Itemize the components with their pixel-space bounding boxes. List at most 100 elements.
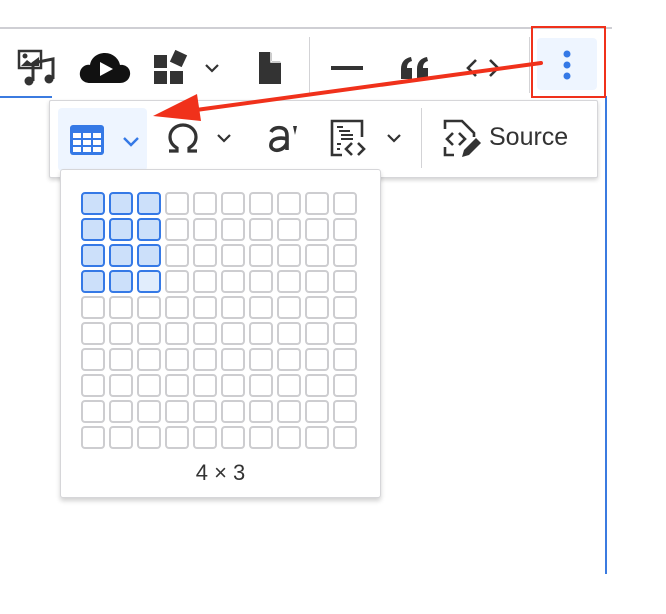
table-size-cell[interactable] bbox=[137, 426, 161, 449]
table-size-cell[interactable] bbox=[249, 400, 273, 423]
table-size-cell[interactable] bbox=[81, 400, 105, 423]
table-size-cell[interactable] bbox=[277, 218, 301, 241]
table-size-cell[interactable] bbox=[193, 218, 217, 241]
table-size-cell[interactable] bbox=[333, 426, 357, 449]
table-size-cell[interactable] bbox=[193, 296, 217, 319]
table-size-cell[interactable] bbox=[193, 322, 217, 345]
table-size-cell[interactable] bbox=[277, 374, 301, 397]
table-size-cell[interactable] bbox=[109, 296, 133, 319]
table-size-cell[interactable] bbox=[249, 348, 273, 371]
table-size-cell[interactable] bbox=[221, 296, 245, 319]
text-part-language-button[interactable] bbox=[258, 112, 308, 164]
special-characters-button[interactable] bbox=[160, 112, 245, 164]
table-size-cell[interactable] bbox=[109, 218, 133, 241]
table-size-cell[interactable] bbox=[305, 400, 329, 423]
table-size-cell[interactable] bbox=[165, 192, 189, 215]
table-size-cell[interactable] bbox=[333, 244, 357, 267]
table-size-cell[interactable] bbox=[305, 374, 329, 397]
table-size-cell[interactable] bbox=[109, 348, 133, 371]
insert-video-button[interactable] bbox=[75, 44, 135, 92]
table-size-cell[interactable] bbox=[221, 348, 245, 371]
table-size-cell[interactable] bbox=[277, 244, 301, 267]
table-size-cell[interactable] bbox=[193, 270, 217, 293]
table-size-cell[interactable] bbox=[333, 270, 357, 293]
table-size-cell[interactable] bbox=[221, 218, 245, 241]
table-size-cell[interactable] bbox=[81, 244, 105, 267]
table-size-cell[interactable] bbox=[165, 426, 189, 449]
code-button[interactable] bbox=[458, 44, 508, 92]
table-size-cell[interactable] bbox=[109, 400, 133, 423]
table-size-cell[interactable] bbox=[165, 296, 189, 319]
table-size-cell[interactable] bbox=[81, 374, 105, 397]
insert-page-button[interactable] bbox=[250, 44, 290, 92]
table-size-cell[interactable] bbox=[81, 348, 105, 371]
insert-widget-button[interactable] bbox=[148, 44, 233, 92]
table-size-cell[interactable] bbox=[221, 270, 245, 293]
table-size-cell[interactable] bbox=[277, 400, 301, 423]
table-size-cell[interactable] bbox=[277, 426, 301, 449]
table-size-cell[interactable] bbox=[165, 374, 189, 397]
table-size-cell[interactable] bbox=[109, 374, 133, 397]
table-size-cell[interactable] bbox=[193, 400, 217, 423]
table-size-cell[interactable] bbox=[333, 374, 357, 397]
table-size-cell[interactable] bbox=[109, 322, 133, 345]
table-size-cell[interactable] bbox=[333, 218, 357, 241]
table-size-cell[interactable] bbox=[333, 322, 357, 345]
table-size-cell[interactable] bbox=[137, 270, 161, 293]
insert-code-block-button[interactable] bbox=[324, 112, 414, 164]
table-size-cell[interactable] bbox=[137, 322, 161, 345]
table-size-cell[interactable] bbox=[137, 296, 161, 319]
table-size-cell[interactable] bbox=[249, 322, 273, 345]
table-size-cell[interactable] bbox=[305, 348, 329, 371]
table-size-cell[interactable] bbox=[137, 374, 161, 397]
table-size-cell[interactable] bbox=[137, 218, 161, 241]
table-size-cell[interactable] bbox=[249, 244, 273, 267]
table-size-cell[interactable] bbox=[277, 192, 301, 215]
table-size-cell[interactable] bbox=[109, 426, 133, 449]
table-size-cell[interactable] bbox=[193, 426, 217, 449]
table-size-cell[interactable] bbox=[221, 192, 245, 215]
table-size-cell[interactable] bbox=[165, 218, 189, 241]
table-size-cell[interactable] bbox=[137, 348, 161, 371]
table-size-cell[interactable] bbox=[81, 296, 105, 319]
table-size-cell[interactable] bbox=[249, 192, 273, 215]
table-size-cell[interactable] bbox=[249, 218, 273, 241]
table-size-cell[interactable] bbox=[81, 426, 105, 449]
table-size-cell[interactable] bbox=[193, 348, 217, 371]
table-size-cell[interactable] bbox=[277, 322, 301, 345]
table-size-cell[interactable] bbox=[221, 322, 245, 345]
table-size-cell[interactable] bbox=[277, 348, 301, 371]
table-size-cell[interactable] bbox=[221, 426, 245, 449]
table-size-cell[interactable] bbox=[277, 270, 301, 293]
table-size-cell[interactable] bbox=[193, 192, 217, 215]
table-size-cell[interactable] bbox=[305, 426, 329, 449]
table-size-cell[interactable] bbox=[277, 296, 301, 319]
table-size-cell[interactable] bbox=[249, 296, 273, 319]
table-size-cell[interactable] bbox=[109, 192, 133, 215]
table-size-cell[interactable] bbox=[137, 192, 161, 215]
insert-media-button[interactable] bbox=[12, 44, 62, 92]
horizontal-line-button[interactable] bbox=[322, 44, 372, 92]
table-size-cell[interactable] bbox=[193, 244, 217, 267]
table-size-cell[interactable] bbox=[249, 374, 273, 397]
blockquote-button[interactable] bbox=[390, 44, 440, 92]
table-size-cell[interactable] bbox=[165, 322, 189, 345]
table-size-cell[interactable] bbox=[81, 270, 105, 293]
table-size-cell[interactable] bbox=[137, 244, 161, 267]
table-size-cell[interactable] bbox=[221, 244, 245, 267]
table-size-cell[interactable] bbox=[81, 322, 105, 345]
table-size-cell[interactable] bbox=[221, 374, 245, 397]
table-size-cell[interactable] bbox=[109, 244, 133, 267]
table-size-cell[interactable] bbox=[165, 244, 189, 267]
table-size-cell[interactable] bbox=[249, 426, 273, 449]
table-size-cell[interactable] bbox=[137, 400, 161, 423]
table-size-cell[interactable] bbox=[305, 296, 329, 319]
insert-table-button[interactable] bbox=[58, 108, 147, 171]
table-size-cell[interactable] bbox=[305, 244, 329, 267]
table-size-cell[interactable] bbox=[305, 322, 329, 345]
table-size-cell[interactable] bbox=[165, 348, 189, 371]
table-size-cell[interactable] bbox=[333, 296, 357, 319]
table-size-cell[interactable] bbox=[193, 374, 217, 397]
table-size-cell[interactable] bbox=[249, 270, 273, 293]
table-size-cell[interactable] bbox=[165, 400, 189, 423]
